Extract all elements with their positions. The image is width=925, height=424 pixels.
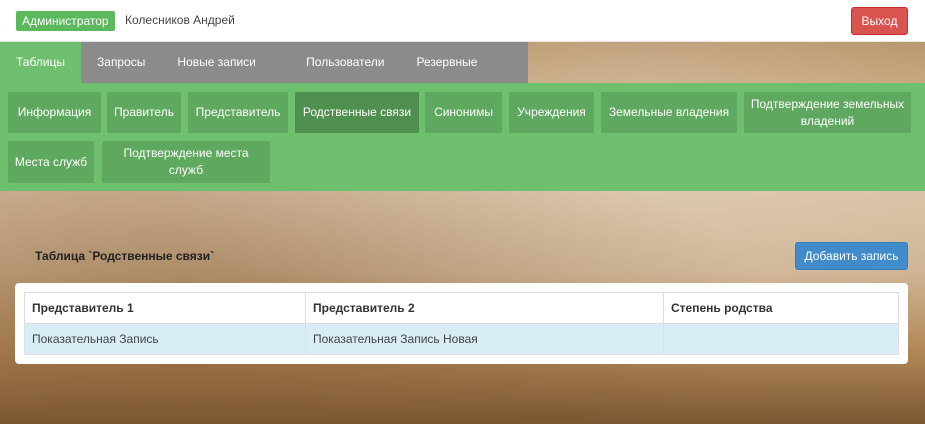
- subnav-ruler[interactable]: Правитель: [107, 92, 181, 133]
- subnav-label: Родственные связи: [302, 105, 412, 119]
- main-tabs: Таблицы Запросы Новые записи7 Пользовате…: [0, 42, 528, 112]
- subnav-service-confirmation[interactable]: Подтверждение места служб: [102, 141, 270, 183]
- table-title: Таблица `Родственные связи`: [35, 249, 215, 263]
- tab-users[interactable]: Пользователи: [290, 42, 400, 83]
- subnav-land-confirmation[interactable]: Подтверждение земельных владений: [744, 92, 911, 133]
- subnav-land-holdings[interactable]: Земельные владения: [601, 92, 737, 133]
- table-container: Представитель 1 Представитель 2 Степень …: [15, 283, 908, 364]
- table-header-row: Представитель 1 Представитель 2 Степень …: [24, 292, 899, 324]
- subnav-label: Земельные владения: [608, 105, 730, 119]
- column-header-representative-2[interactable]: Представитель 2: [305, 292, 664, 324]
- tab-tables[interactable]: Таблицы: [0, 42, 82, 83]
- subnav-relations[interactable]: Родственные связи: [295, 92, 419, 133]
- tab-new-records[interactable]: Новые записи7: [161, 42, 290, 112]
- column-header-representative-1[interactable]: Представитель 1: [24, 292, 306, 324]
- user-name: Колесников Андрей: [125, 13, 235, 27]
- subnav-label: Учреждения: [517, 105, 586, 119]
- subnav-representative[interactable]: Представитель: [188, 92, 288, 133]
- role-badge: Администратор: [16, 11, 115, 31]
- tab-label: Новые записи: [177, 55, 256, 69]
- add-record-button[interactable]: Добавить запись: [795, 242, 908, 270]
- tab-queries[interactable]: Запросы: [81, 42, 161, 83]
- table-row[interactable]: Показательная Запись Показательная Запис…: [24, 323, 899, 355]
- table-cell: Показательная Запись Новая: [305, 323, 664, 355]
- subnav-service-places[interactable]: Места служб: [8, 141, 94, 183]
- subnav-label: Подтверждение земельных владений: [750, 96, 905, 128]
- subnav-label: Правитель: [114, 105, 174, 119]
- tab-label: Запросы: [97, 55, 146, 69]
- subnav-label: Подтверждение места служб: [123, 146, 249, 177]
- subnav-institutions[interactable]: Учреждения: [509, 92, 594, 133]
- tab-label: Таблицы: [16, 55, 66, 69]
- logout-button[interactable]: Выход: [851, 7, 908, 35]
- subnav-label: Места служб: [14, 154, 88, 169]
- tab-backups[interactable]: Резервные копии: [400, 42, 528, 110]
- subnav-label: Представитель: [195, 105, 281, 119]
- column-header-relation-degree[interactable]: Степень родства: [663, 292, 899, 324]
- subnav-label: Синонимы: [434, 105, 493, 119]
- subnav-synonyms[interactable]: Синонимы: [425, 92, 502, 133]
- table-cell: [663, 323, 899, 355]
- top-bar: Администратор Колесников Андрей Выход: [0, 0, 925, 42]
- sub-navigation: Информация Правитель Представитель Родст…: [0, 83, 925, 191]
- table-cell: Показательная Запись: [24, 323, 306, 355]
- subnav-label: Информация: [17, 105, 92, 119]
- tab-label: Пользователи: [306, 55, 385, 69]
- subnav-info[interactable]: Информация: [8, 92, 101, 133]
- relations-table: Представитель 1 Представитель 2 Степень …: [24, 292, 899, 355]
